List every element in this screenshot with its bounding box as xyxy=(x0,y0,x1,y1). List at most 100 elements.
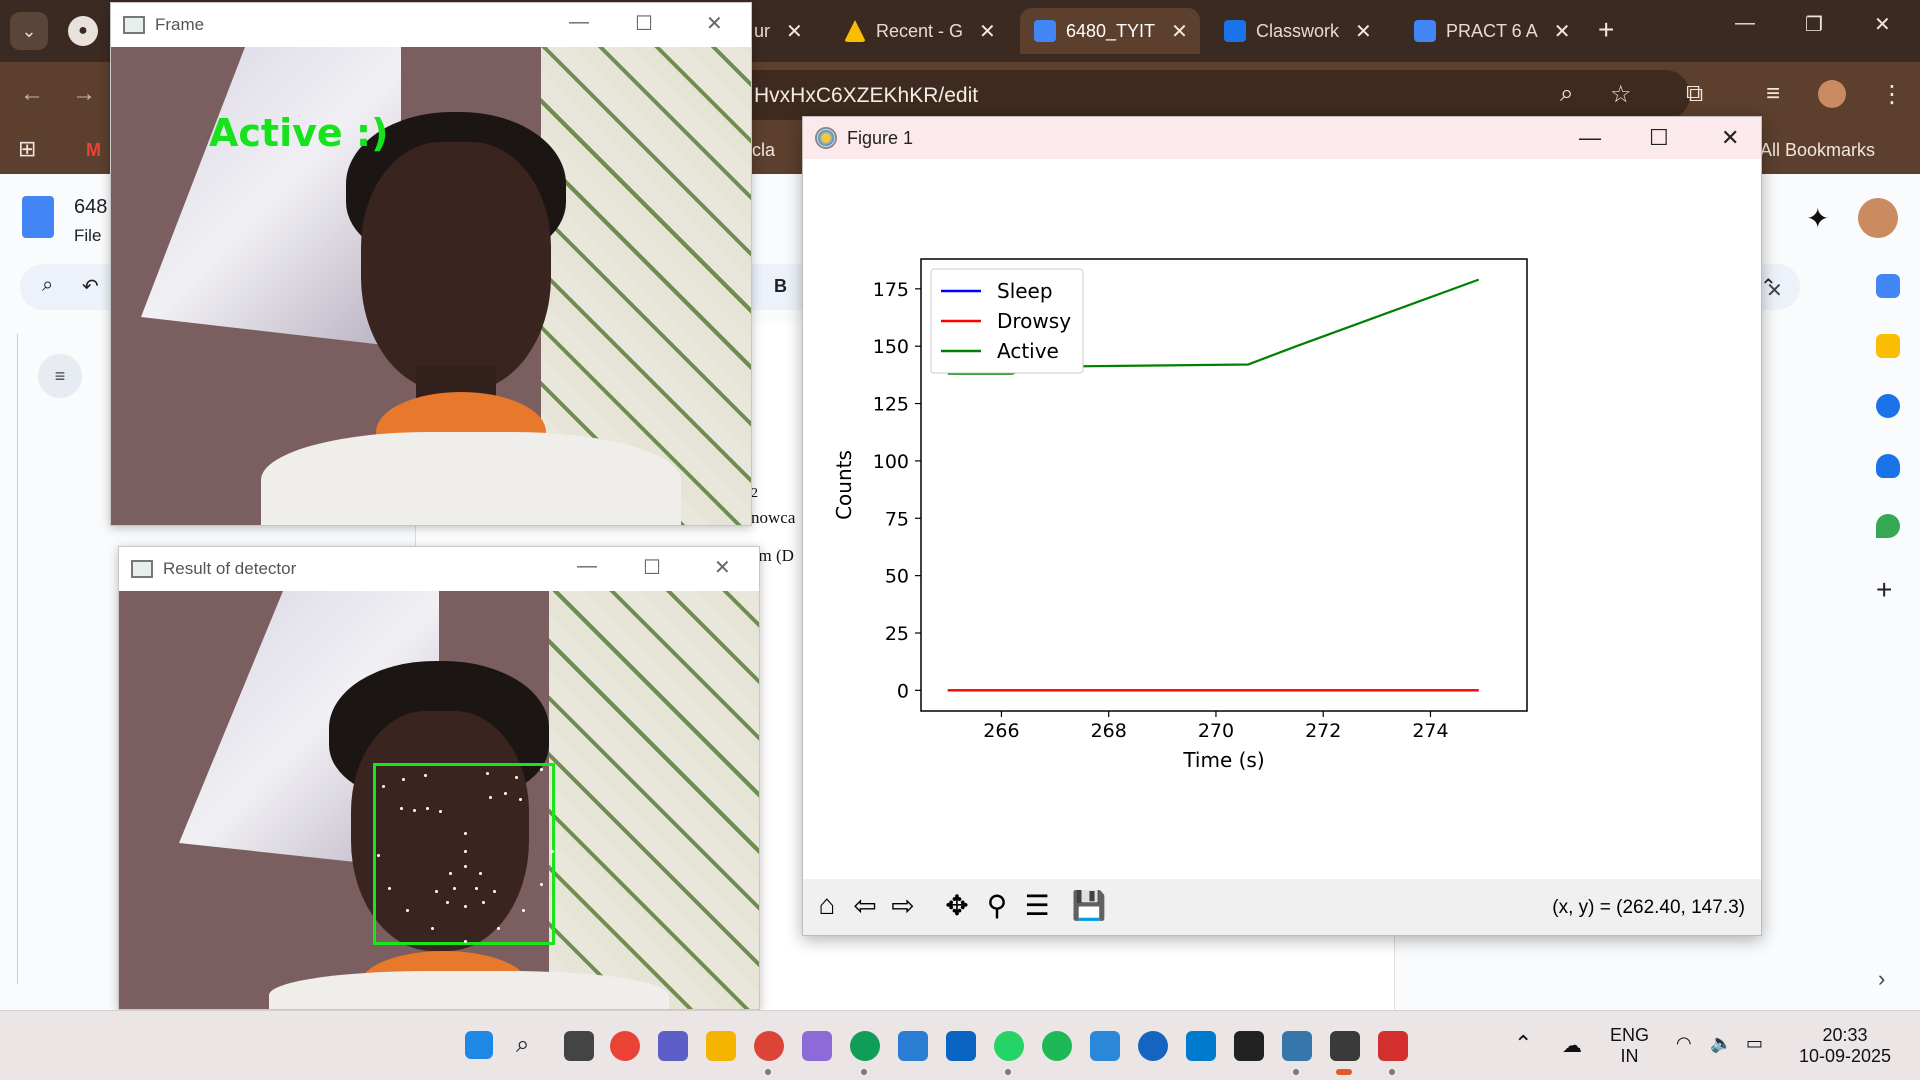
maximize-icon[interactable]: ☐ xyxy=(635,11,653,36)
close-icon[interactable]: ✕ xyxy=(1766,278,1783,303)
close-icon[interactable]: ✕ xyxy=(1874,12,1891,37)
python-icon[interactable] xyxy=(1330,1031,1360,1061)
outline-icon[interactable]: ≡ xyxy=(38,354,82,398)
back-icon[interactable]: ← xyxy=(20,80,44,108)
save-icon[interactable]: 💾 xyxy=(1071,887,1107,923)
search-icon[interactable]: ⌕ xyxy=(42,274,53,297)
search-icon[interactable]: ⌕ xyxy=(516,1031,546,1061)
tab-1[interactable]: Recent - G ✕ xyxy=(830,8,1000,54)
copilot-icon[interactable] xyxy=(802,1031,832,1061)
close-icon[interactable]: ✕ xyxy=(706,11,723,36)
figure-titlebar[interactable]: Figure 1 — ☐ ✕ xyxy=(803,117,1761,159)
forward-arrow-icon[interactable]: ⇨ xyxy=(885,887,921,923)
github-tab-icon[interactable]: ● xyxy=(68,16,98,46)
tab-0[interactable]: ur ✕ xyxy=(740,8,830,54)
tasks-icon[interactable] xyxy=(1876,394,1900,418)
minimize-icon[interactable]: — xyxy=(577,555,597,578)
store-icon[interactable] xyxy=(898,1031,928,1061)
file-menu[interactable]: File xyxy=(74,226,101,246)
bold-button[interactable]: B xyxy=(774,276,787,297)
extensions-icon[interactable]: ⧉ xyxy=(1686,80,1703,108)
back-arrow-icon[interactable]: ⇦ xyxy=(847,887,883,923)
status-overlay: Active :) xyxy=(209,111,389,155)
tab-2[interactable]: 6480_TYIT ✕ xyxy=(1020,8,1200,54)
start-icon[interactable] xyxy=(465,1031,493,1059)
close-icon[interactable]: ✕ xyxy=(714,555,731,580)
terminal-icon[interactable] xyxy=(1234,1031,1264,1061)
snipping-tool-icon[interactable] xyxy=(1378,1031,1408,1061)
tab-3[interactable]: Classwork ✕ xyxy=(1210,8,1390,54)
docs-logo-icon[interactable] xyxy=(22,196,54,238)
maximize-icon[interactable]: ☐ xyxy=(1649,125,1669,151)
clock[interactable]: 20:33 10-09-2025 xyxy=(1790,1025,1900,1067)
url-text[interactable]: HvxHxC6XZEKhKR/edit xyxy=(754,84,978,108)
maximize-icon[interactable]: ☐ xyxy=(643,555,661,580)
close-icon[interactable]: ✕ xyxy=(979,19,996,44)
menu-icon[interactable]: ⋮ xyxy=(1880,80,1904,109)
tab-0-label: ur xyxy=(754,20,771,41)
file-explorer-icon[interactable] xyxy=(706,1031,736,1061)
close-icon[interactable]: ✕ xyxy=(1355,19,1372,44)
edge-icon[interactable] xyxy=(850,1031,880,1061)
profile-avatar[interactable] xyxy=(1818,80,1846,108)
apps-grid-icon[interactable]: ⊞ xyxy=(18,136,36,162)
outlook-icon[interactable] xyxy=(946,1031,976,1061)
zoom-icon[interactable]: ⌕ xyxy=(1560,80,1573,108)
chrome-icon[interactable] xyxy=(610,1031,640,1061)
volume-icon[interactable]: 🔈 xyxy=(1710,1033,1732,1054)
maps-icon[interactable] xyxy=(1876,514,1900,538)
tab-4[interactable]: PRACT 6 A ✕ xyxy=(1400,8,1580,54)
all-bookmarks[interactable]: All Bookmarks xyxy=(1760,140,1875,161)
contacts-icon[interactable] xyxy=(1876,454,1900,478)
home-icon[interactable]: ⌂ xyxy=(809,887,845,923)
figure-window[interactable]: Figure 1 — ☐ ✕ 266 268 270 272 274 0 25 50 75 100… xyxy=(802,116,1762,936)
frame-window[interactable]: Frame — ☐ ✕ Active :) xyxy=(110,2,752,526)
undo-icon[interactable]: ↶ xyxy=(82,274,99,299)
minimize-icon[interactable]: — xyxy=(569,11,589,34)
app-icon[interactable] xyxy=(1138,1031,1168,1061)
close-icon[interactable]: ✕ xyxy=(1171,19,1188,44)
tab-search-button[interactable]: ⌄ xyxy=(10,12,48,50)
chevron-up-icon[interactable]: ⌃ xyxy=(1514,1031,1532,1057)
line-chart[interactable]: 266 268 270 272 274 0 25 50 75 100 125 150 175 Time (… xyxy=(803,159,1761,879)
close-icon[interactable]: ✕ xyxy=(1721,125,1739,151)
new-tab-button[interactable]: + xyxy=(1598,14,1614,46)
gemini-icon[interactable]: ✦ xyxy=(1806,202,1829,235)
detector-titlebar[interactable]: Result of detector — ☐ ✕ xyxy=(119,547,759,591)
whatsapp-icon[interactable] xyxy=(994,1031,1024,1061)
minimize-icon[interactable]: — xyxy=(1735,12,1755,35)
x-tick-label: 268 xyxy=(1091,720,1127,742)
calendar-icon[interactable] xyxy=(1876,274,1900,298)
tab-1-label: Recent - G xyxy=(876,20,964,41)
media-icon[interactable]: ≡ xyxy=(1766,80,1780,108)
configure-subplots-icon[interactable]: ☰ xyxy=(1019,887,1055,923)
vscode-icon[interactable] xyxy=(1186,1031,1216,1061)
notepad-icon[interactable] xyxy=(1090,1031,1120,1061)
forward-icon[interactable]: → xyxy=(72,80,96,108)
gmail-icon[interactable]: M xyxy=(86,140,101,161)
chevron-right-icon[interactable]: › xyxy=(1878,966,1885,992)
teams-icon[interactable] xyxy=(658,1031,688,1061)
language-indicator[interactable]: ENG IN xyxy=(1610,1025,1649,1067)
document-title[interactable]: 648 xyxy=(74,196,107,219)
keep-icon[interactable] xyxy=(1876,334,1900,358)
close-icon[interactable]: ✕ xyxy=(1554,19,1571,44)
minimize-icon[interactable]: — xyxy=(1579,125,1601,151)
avatar[interactable] xyxy=(1858,198,1898,238)
pan-icon[interactable]: ✥ xyxy=(939,887,975,923)
onedrive-icon[interactable]: ☁ xyxy=(1562,1033,1582,1058)
battery-icon[interactable]: ▭ xyxy=(1746,1033,1763,1054)
frame-titlebar[interactable]: Frame — ☐ ✕ xyxy=(111,3,751,47)
spotify-icon[interactable] xyxy=(1042,1031,1072,1061)
task-view-icon[interactable] xyxy=(564,1031,594,1061)
restore-icon[interactable]: ❐ xyxy=(1805,12,1823,37)
bookmark-folder[interactable]: cla xyxy=(752,140,775,161)
add-addon-icon[interactable]: + xyxy=(1876,574,1916,606)
zoom-icon[interactable]: ⚲ xyxy=(979,887,1015,923)
detector-window[interactable]: Result of detector — ☐ ✕ xyxy=(118,546,760,1010)
wifi-icon[interactable]: ◠ xyxy=(1676,1033,1692,1054)
bookmark-star-icon[interactable]: ☆ xyxy=(1610,80,1632,109)
chrome-profile-icon[interactable] xyxy=(754,1031,784,1061)
close-icon[interactable]: ✕ xyxy=(786,19,803,44)
python-idle-icon[interactable] xyxy=(1282,1031,1312,1061)
